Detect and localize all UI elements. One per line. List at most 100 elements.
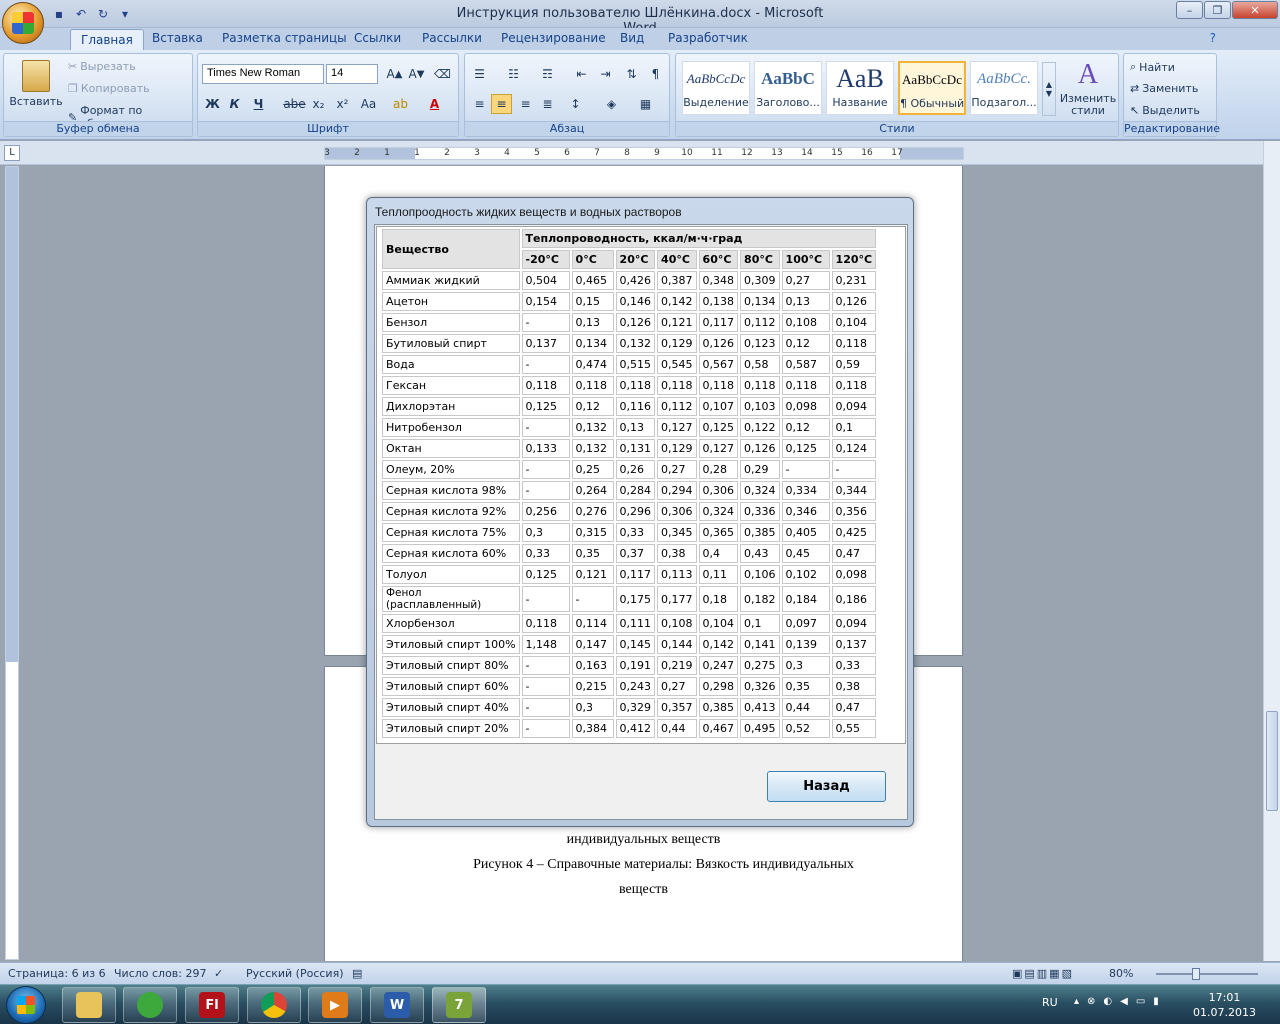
taskbar-word[interactable]: W xyxy=(370,987,424,1023)
zoom-level[interactable]: 80% xyxy=(1109,967,1133,980)
table-row[interactable]: Вода -0,474 0,515 0,545 0,567 0,58 0,587 0,59 xyxy=(382,355,877,374)
tab-selector[interactable]: L xyxy=(4,145,20,161)
copy-button[interactable]: ❐ Копировать xyxy=(68,82,150,95)
scrollbar-thumb[interactable] xyxy=(1266,711,1278,811)
vertical-scrollbar[interactable] xyxy=(1263,141,1280,961)
clear-format-icon[interactable]: ⌫ xyxy=(432,64,453,84)
view-buttons[interactable]: ▣▤▥▦▧ xyxy=(1012,967,1074,980)
decrease-indent-icon[interactable]: ⇤ xyxy=(571,64,592,84)
close-button[interactable]: ✕ xyxy=(1232,1,1278,19)
maximize-button[interactable]: ❐ xyxy=(1204,1,1231,19)
page-indicator[interactable]: Страница: 6 из 6 xyxy=(8,967,106,980)
increase-indent-icon[interactable]: ⇥ xyxy=(595,64,616,84)
tab-insert[interactable]: Вставка xyxy=(152,31,203,45)
table-row[interactable]: Этиловый спирт 60% -0,215 0,243 0,27 0,298 0,… xyxy=(382,677,877,696)
undo-icon[interactable]: ↶ xyxy=(72,5,90,23)
table-row[interactable]: Аммиак жидкий 0,504 0,465 0,426 0,387 0,348 0,… xyxy=(382,271,877,290)
bullets-icon[interactable]: ☰ xyxy=(469,64,490,84)
font-color-icon[interactable]: A xyxy=(424,94,445,114)
sort-icon[interactable]: ⇅ xyxy=(621,64,642,84)
tab-view[interactable]: Вид xyxy=(620,31,644,45)
table-row[interactable]: Фенол (расплавленный) - -0,175 0,177 0,18 0,1… xyxy=(382,586,877,612)
show-marks-icon[interactable]: ¶ xyxy=(645,64,666,84)
shading-icon[interactable]: ◈ xyxy=(601,94,622,114)
font-size-combo[interactable]: 14 xyxy=(326,64,378,84)
customize-qat-icon[interactable]: ▾ xyxy=(116,5,134,23)
table-row[interactable]: Бутиловый спирт 0,137 0,134 0,132 0,129 0,126… xyxy=(382,334,877,353)
spellcheck-icon[interactable]: ✓ xyxy=(214,967,223,980)
find-button[interactable]: ⌕ Найти xyxy=(1130,60,1175,74)
table-row[interactable]: Этиловый спирт 20% -0,384 0,412 0,44 0,467 0,… xyxy=(382,719,877,738)
macro-icon[interactable]: ▤ xyxy=(352,967,362,980)
table-row[interactable]: Хлорбензол 0,118 0,114 0,111 0,108 0,104 0,1 0,… xyxy=(382,614,877,633)
office-button[interactable] xyxy=(2,2,44,44)
taskbar-chrome[interactable] xyxy=(247,987,301,1023)
bold-button[interactable]: Ж xyxy=(202,94,223,114)
tab-mailings[interactable]: Рассылки xyxy=(422,31,482,45)
taskbar-media[interactable]: ▶ xyxy=(308,987,362,1023)
language-indicator[interactable]: Русский (Россия) xyxy=(246,967,344,980)
style-title[interactable]: AaB Название xyxy=(826,61,894,115)
table-row[interactable]: Серная кислота 92% 0,256 0,276 0,296 0,306 0,… xyxy=(382,502,877,521)
taskbar-app[interactable]: 7 xyxy=(432,987,486,1023)
table-row[interactable]: Серная кислота 98% -0,264 0,284 0,294 0,306 0… xyxy=(382,481,877,500)
taskbar-icq[interactable] xyxy=(123,987,177,1023)
horizontal-ruler[interactable]: 3 2 1 1 2 3 4 5 6 7 8 9 10 11 12 13 14 15 16 17 xyxy=(324,147,964,160)
table-row[interactable]: Этиловый спирт 80% -0,163 0,191 0,219 0,247 0… xyxy=(382,656,877,675)
italic-button[interactable]: К xyxy=(224,94,245,114)
table-row[interactable]: Октан 0,133 0,132 0,131 0,129 0,127 0,126 0,125… xyxy=(382,439,877,458)
table-row[interactable]: Нитробензол -0,132 0,13 0,127 0,125 0,122 0,12… xyxy=(382,418,877,437)
tab-references[interactable]: Ссылки xyxy=(354,31,401,45)
underline-button[interactable]: Ч xyxy=(248,94,269,114)
word-count[interactable]: Число слов: 297 xyxy=(114,967,207,980)
start-button[interactable] xyxy=(6,986,46,1024)
style-subtitle[interactable]: AaBbCc. Подзагол... xyxy=(970,61,1038,115)
borders-icon[interactable]: ▦ xyxy=(635,94,656,114)
font-family-combo[interactable]: Times New Roman xyxy=(202,64,324,84)
align-right-icon[interactable]: ≡ xyxy=(515,94,536,114)
tab-developer[interactable]: Разработчик xyxy=(668,31,748,45)
table-row[interactable]: Гексан 0,118 0,118 0,118 0,118 0,118 0,118 0,11… xyxy=(382,376,877,395)
table-row[interactable]: Серная кислота 60% 0,33 0,35 0,37 0,38 0,4 0,4… xyxy=(382,544,877,563)
taskbar-explorer[interactable] xyxy=(62,987,116,1023)
help-icon[interactable]: ? xyxy=(1210,31,1216,45)
vertical-ruler[interactable] xyxy=(5,166,19,960)
style-heading[interactable]: AaBbC Заголово... xyxy=(754,61,822,115)
justify-icon[interactable]: ≣ xyxy=(537,94,558,114)
grow-font-button[interactable]: A ▲ xyxy=(384,64,405,84)
align-left-icon[interactable]: ≡ xyxy=(469,94,490,114)
tray-language[interactable]: RU xyxy=(1042,996,1058,1009)
table-row[interactable]: Толуол 0,125 0,121 0,117 0,113 0,11 0,106 0,102… xyxy=(382,565,877,584)
tab-review[interactable]: Рецензирование xyxy=(501,31,606,45)
superscript-button[interactable]: x² xyxy=(332,94,353,114)
back-button[interactable]: Назад xyxy=(767,771,886,802)
taskbar-flash[interactable]: Fl xyxy=(185,987,239,1023)
shrink-font-button[interactable]: A ▼ xyxy=(406,64,427,84)
table-row[interactable]: Этиловый спирт 40% -0,3 0,329 0,357 0,385 0,4… xyxy=(382,698,877,717)
table-row[interactable]: Этиловый спирт 100% 1,148 0,147 0,145 0,144 0… xyxy=(382,635,877,654)
align-center-icon[interactable]: ≡ xyxy=(491,94,512,114)
cut-button[interactable]: ✂ Вырезать xyxy=(68,60,136,73)
line-spacing-icon[interactable]: ↕ xyxy=(565,94,586,114)
table-row[interactable]: Бензол -0,13 0,126 0,121 0,117 0,112 0,108 0,10… xyxy=(382,313,877,332)
style-emphasis[interactable]: AaBbCcDc Выделение xyxy=(682,61,750,115)
table-row[interactable]: Ацетон 0,154 0,15 0,146 0,142 0,138 0,134 0,13 0… xyxy=(382,292,877,311)
table-row[interactable]: Олеум, 20% -0,25 0,26 0,27 0,28 0,29- - xyxy=(382,460,877,479)
save-icon[interactable]: ▪ xyxy=(50,5,68,23)
paste-button[interactable]: Вставить xyxy=(9,60,63,108)
highlight-icon[interactable]: ab xyxy=(390,94,411,114)
zoom-slider[interactable] xyxy=(1144,968,1270,980)
redo-icon[interactable]: ↻ xyxy=(94,5,112,23)
table-row[interactable]: Серная кислота 75% 0,3 0,315 0,33 0,345 0,365… xyxy=(382,523,877,542)
change-styles-button[interactable]: A Изменить стили xyxy=(1060,60,1116,117)
change-case-button[interactable]: Aa xyxy=(358,94,379,114)
multilevel-list-icon[interactable]: ☶ xyxy=(537,64,558,84)
table-row[interactable]: Дихлорэтан 0,125 0,12 0,116 0,112 0,107 0,103 0… xyxy=(382,397,877,416)
subscript-button[interactable]: x₂ xyxy=(308,94,329,114)
clock[interactable]: 17:01 01.07.2013 xyxy=(1193,990,1256,1020)
replace-button[interactable]: ⇄ Заменить xyxy=(1130,82,1198,95)
tab-home[interactable]: Главная xyxy=(70,29,144,51)
data-grid[interactable]: Вещество Теплопроводность, ккал/м·ч·град… xyxy=(376,226,906,744)
strikethrough-button[interactable]: abe xyxy=(283,94,305,114)
tab-page-layout[interactable]: Разметка страницы xyxy=(222,31,347,45)
